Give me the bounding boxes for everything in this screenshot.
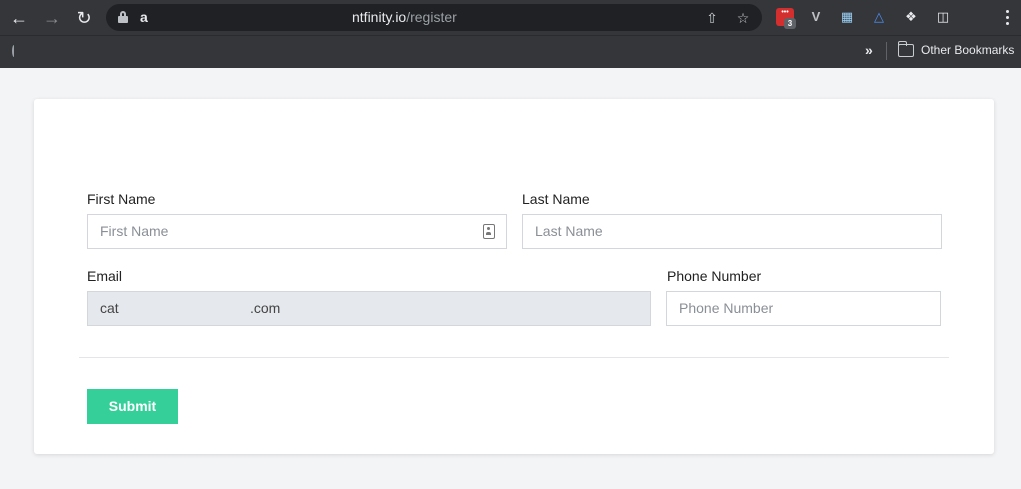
form-divider [79, 357, 949, 358]
side-panel-icon[interactable]: ◫ [934, 8, 952, 26]
other-bookmarks-label[interactable]: Other Bookmarks [921, 43, 1014, 57]
last-name-input[interactable]: Last Name [522, 214, 942, 249]
extension-badge: 3 [784, 18, 796, 29]
url-prefix: a [140, 9, 148, 25]
forward-arrow-icon[interactable]: → [40, 6, 64, 30]
bookmark-favicon-icon[interactable] [12, 45, 16, 57]
bookmarks-separator [886, 42, 887, 60]
red-extension-icon[interactable]: ••• 3 [776, 8, 796, 29]
last-name-label: Last Name [522, 191, 590, 207]
back-arrow-icon[interactable]: ← [7, 6, 31, 30]
first-name-label: First Name [87, 191, 156, 207]
last-name-placeholder: Last Name [535, 223, 603, 239]
address-bar[interactable]: a ntfinity.io/register ⇧ ☆ [106, 4, 762, 31]
url-host: ntfinity.io [352, 9, 407, 25]
url-text: ntfinity.io/register [352, 9, 457, 25]
contact-card-icon[interactable] [483, 224, 495, 239]
share-icon[interactable]: ⇧ [702, 8, 722, 28]
bookmarks-overflow-chevron[interactable]: » [865, 42, 873, 58]
v-extension-icon[interactable]: V [807, 8, 825, 26]
email-value-start: cat [100, 300, 119, 316]
email-label: Email [87, 268, 123, 284]
phone-number-label: Phone Number [667, 268, 762, 284]
phone-number-placeholder: Phone Number [679, 300, 774, 316]
email-input[interactable]: cat .com [87, 291, 651, 326]
folder-icon[interactable] [897, 41, 914, 57]
submit-button[interactable]: Submit [87, 389, 178, 424]
browser-toolbar: ← → ↻ a ntfinity.io/register ⇧ ☆ ••• 3 V … [0, 0, 1021, 35]
first-name-input[interactable]: First Name [87, 214, 507, 249]
phone-number-input[interactable]: Phone Number [666, 291, 941, 326]
reload-icon[interactable]: ↻ [72, 6, 96, 30]
url-path: /register [406, 9, 457, 25]
red-extension-label: ••• [781, 9, 789, 16]
register-form-card: First Name First Name Last Name Last Nam… [34, 99, 994, 454]
menu-kebab-icon[interactable] [1002, 8, 1012, 28]
lock-icon[interactable] [118, 11, 128, 23]
email-value-end: .com [250, 300, 281, 316]
bookmarks-bar: » Other Bookmarks [0, 35, 1021, 68]
triangle-extension-icon[interactable]: △ [870, 8, 888, 26]
first-name-placeholder: First Name [100, 223, 169, 239]
sheet-extension-icon[interactable]: ▦ [838, 8, 856, 26]
star-icon[interactable]: ☆ [733, 8, 753, 28]
extensions-puzzle-icon[interactable]: ❖ [902, 8, 920, 26]
